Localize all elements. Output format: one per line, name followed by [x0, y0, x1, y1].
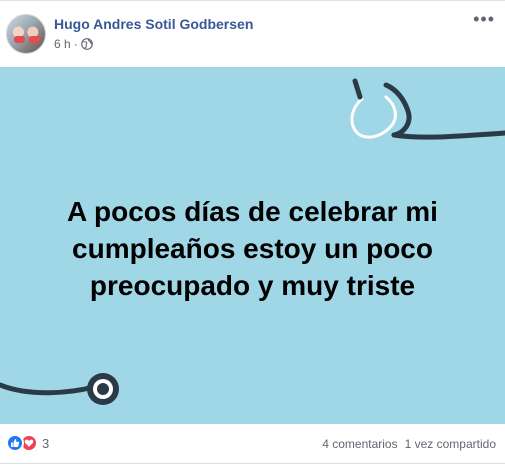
post-image[interactable]: A pocos días de celebrar mi cumpleaños e… [0, 67, 505, 424]
like-icon [6, 434, 24, 452]
reaction-count: 3 [42, 435, 50, 451]
post-meta: 6 h · [54, 37, 93, 51]
post-footer: 3 4 comentarios 1 vez compartido [0, 424, 505, 464]
post-image-text: A pocos días de celebrar mi cumpleaños e… [67, 196, 438, 301]
reactions-summary[interactable]: 3 [6, 434, 49, 452]
post-timestamp[interactable]: 6 h [54, 37, 71, 51]
globe-icon [80, 38, 93, 50]
avatar-detail [14, 36, 25, 43]
author-name[interactable]: Hugo Andres Sotil Godbersen [54, 16, 253, 32]
shares-count-link[interactable]: 1 vez compartido [405, 437, 496, 451]
post-stats: 4 comentarios 1 vez compartido [322, 437, 496, 451]
author-avatar[interactable] [6, 14, 46, 54]
stethoscope-chestpiece [0, 373, 119, 405]
post-header: Hugo Andres Sotil Godbersen 6 h · ••• [0, 1, 505, 67]
comments-count-link[interactable]: 4 comentarios [322, 437, 397, 451]
meta-separator: · [73, 37, 78, 51]
more-options-icon[interactable]: ••• [473, 10, 495, 28]
avatar-detail [29, 36, 40, 43]
post-card: Hugo Andres Sotil Godbersen 6 h · ••• A … [0, 0, 505, 475]
stethoscope-earpiece [350, 78, 505, 140]
